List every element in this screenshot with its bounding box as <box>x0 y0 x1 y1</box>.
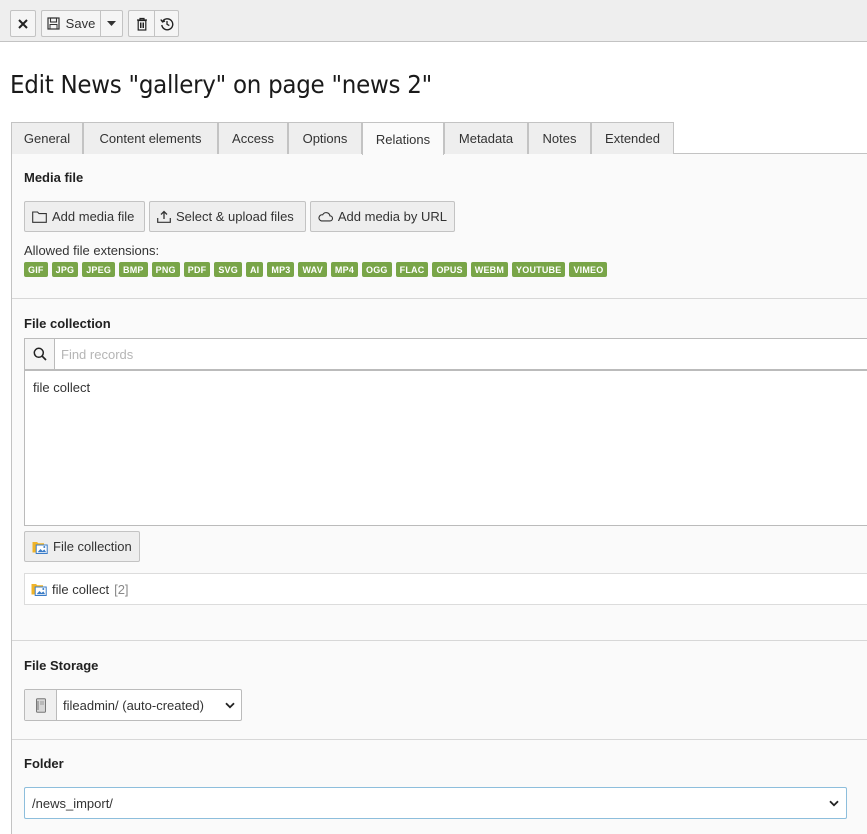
save-icon <box>47 17 60 30</box>
extension-badge: PDF <box>183 262 211 277</box>
search-icon <box>33 347 47 361</box>
folder-icon <box>32 210 47 223</box>
file-storage-select[interactable]: fileadmin/ (auto-created) <box>24 689 242 721</box>
tab-label: Notes <box>542 131 577 146</box>
extension-badge: OPUS <box>432 262 467 277</box>
history-button[interactable] <box>154 10 179 37</box>
tab-content-elements[interactable]: Content elements <box>83 122 218 154</box>
tab-bar: General Content elements Access Options … <box>11 122 867 155</box>
file-storage-selected: fileadmin/ (auto-created) <box>63 697 204 713</box>
history-icon <box>159 17 173 30</box>
tab-label: Content elements <box>99 131 202 146</box>
upload-icon <box>157 210 171 223</box>
storage-icon <box>35 697 46 713</box>
tab-general[interactable]: General <box>11 122 83 154</box>
add-media-by-url-button[interactable]: Add media by URL <box>310 201 455 232</box>
divider <box>12 739 867 740</box>
tab-relations[interactable]: Relations <box>362 122 444 155</box>
folder-select[interactable]: /news_import/ <box>24 787 847 819</box>
save-button[interactable]: Save <box>41 10 100 37</box>
delete-button[interactable] <box>128 10 154 37</box>
close-icon <box>18 18 28 29</box>
close-button[interactable] <box>10 10 36 37</box>
add-media-by-url-label: Add media by URL <box>337 209 447 224</box>
file-collection-button-label: File collection <box>53 539 132 554</box>
caret-down-icon <box>107 21 116 26</box>
tab-access[interactable]: Access <box>218 122 288 154</box>
storage-icon-box <box>25 690 57 720</box>
add-media-file-button[interactable]: Add media file <box>24 201 145 232</box>
relations-panel: Media file Add media file Select & uploa… <box>11 154 867 834</box>
file-storage-title: File Storage <box>24 658 99 673</box>
trash-icon <box>136 17 147 31</box>
extension-badge: YOUTUBE <box>512 262 566 277</box>
folder-selected: /news_import/ <box>32 795 113 811</box>
add-file-collection-button[interactable]: File collection <box>24 531 140 562</box>
tab-notes[interactable]: Notes <box>528 122 591 154</box>
tab-label: Options <box>302 131 348 146</box>
extension-badge: VIMEO <box>569 262 608 277</box>
doc-header-toolbar: Save <box>0 0 867 42</box>
select-upload-files-label: Select & upload files <box>176 209 294 224</box>
tab-label: Extended <box>605 131 660 146</box>
tab-label: Access <box>232 131 274 146</box>
extension-badge: MP4 <box>330 262 359 277</box>
record-title: file collect <box>52 581 110 597</box>
extension-badge: WAV <box>298 262 327 277</box>
file-collection-icon <box>31 584 47 596</box>
find-records-input[interactable] <box>55 339 867 369</box>
extension-badge: FLAC <box>395 262 429 277</box>
record-uid: [2] <box>114 581 129 597</box>
folder-title: Folder <box>24 756 64 771</box>
extension-badges: GIF JPG JPEG BMP PNG PDF SVG AI MP3 WAV MP4 OGG FLAC… <box>24 262 608 277</box>
tab-label: Relations <box>375 131 431 147</box>
record-selector-list[interactable]: file collect <box>24 370 867 526</box>
extension-badge: SVG <box>214 262 242 277</box>
save-dropdown-button[interactable] <box>100 10 123 37</box>
extension-badge: WEBM <box>470 262 509 277</box>
tab-label: General <box>23 131 71 146</box>
tab-label: Metadata <box>458 131 514 146</box>
cloud-icon <box>318 212 333 222</box>
selected-record[interactable]: file collect [2] <box>24 573 867 605</box>
search-button[interactable] <box>25 339 55 369</box>
chevron-down-icon <box>829 800 839 806</box>
list-item[interactable]: file collect <box>33 380 90 395</box>
extension-badge: BMP <box>119 262 148 277</box>
tab-options[interactable]: Options <box>288 122 362 154</box>
allowed-extensions-label: Allowed file extensions: <box>24 243 160 258</box>
extension-badge: JPG <box>51 262 79 277</box>
save-label: Save <box>65 16 96 31</box>
extension-badge: AI <box>245 262 264 277</box>
extension-badge: PNG <box>151 262 180 277</box>
tab-extended[interactable]: Extended <box>591 122 674 154</box>
divider <box>12 298 867 299</box>
extension-badge: JPEG <box>82 262 116 277</box>
extension-badge: GIF <box>24 262 48 277</box>
file-collection-icon <box>32 541 48 554</box>
extension-badge: OGG <box>362 262 392 277</box>
add-media-file-label: Add media file <box>52 209 135 224</box>
select-upload-files-button[interactable]: Select & upload files <box>149 201 306 232</box>
extension-badge: MP3 <box>267 262 295 277</box>
chevron-down-icon <box>225 702 235 708</box>
media-file-title: Media file <box>24 170 84 185</box>
file-storage-value: fileadmin/ (auto-created) <box>57 690 241 720</box>
file-collection-title: File collection <box>24 316 111 331</box>
page-title: Edit News "gallery" on page "news 2" <box>10 70 432 99</box>
record-search <box>24 338 867 370</box>
tab-metadata[interactable]: Metadata <box>444 122 528 154</box>
divider <box>12 640 867 641</box>
